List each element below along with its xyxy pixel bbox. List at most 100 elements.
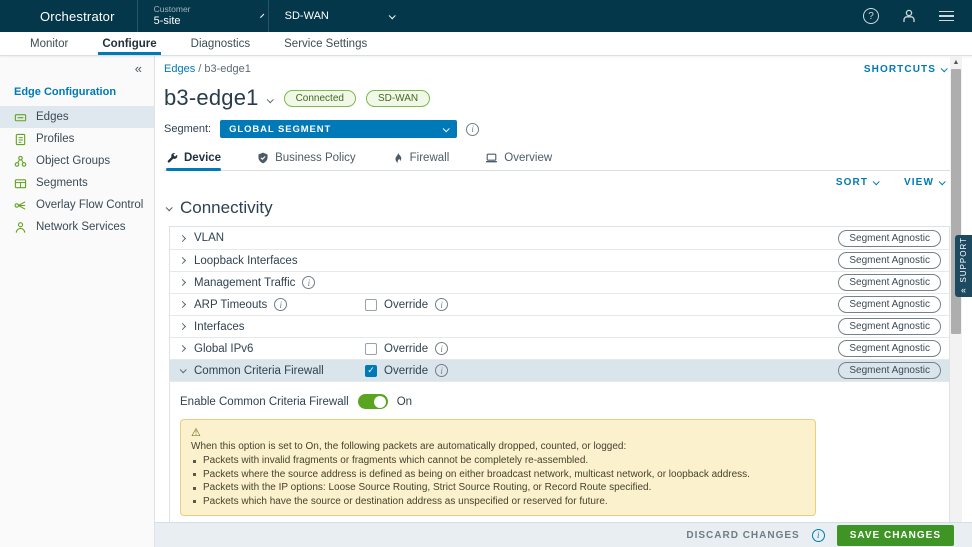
warning-intro: When this option is set to On, the follo… (191, 441, 805, 452)
config-row-global-ipv6[interactable]: Global IPv6 Override i Segment Agnostic (170, 337, 949, 359)
nav-tab-monitor[interactable]: Monitor (30, 32, 68, 55)
tab-label: Overview (504, 152, 552, 164)
info-icon[interactable]: i (435, 298, 448, 311)
tab-label: Business Policy (275, 152, 356, 164)
chevron-down-icon (166, 204, 173, 211)
tab-overview[interactable]: Overview (485, 152, 552, 170)
tab-label: Firewall (410, 152, 450, 164)
sidebar-section-title: Edge Configuration (0, 56, 154, 106)
status-badge-connected: Connected (284, 90, 356, 107)
top-nav: Monitor Configure Diagnostics Service Se… (0, 32, 972, 56)
sidebar-item-profiles[interactable]: Profiles (0, 128, 154, 150)
warning-item: Packets with invalid fragments or fragme… (191, 455, 805, 466)
config-row-common-criteria-firewall[interactable]: Common Criteria Firewall ✓ Override i Se… (170, 359, 949, 381)
collapse-left-icon[interactable]: « (135, 61, 142, 76)
segments-icon (14, 177, 27, 190)
info-icon[interactable]: i (274, 298, 287, 311)
title-chevron-icon[interactable] (266, 96, 273, 103)
nav-tab-diagnostics[interactable]: Diagnostics (191, 32, 250, 55)
menu-icon[interactable] (939, 11, 954, 22)
row-label: VLAN (194, 232, 224, 244)
orchestrator-window: Orchestrator Customer 5-site SD-WAN ? Mo… (0, 0, 972, 547)
status-badge-sdwan: SD-WAN (366, 90, 430, 107)
config-row-loopback-interfaces[interactable]: Loopback Interfaces Segment Agnostic (170, 249, 949, 271)
support-tab[interactable]: SUPPORT « (955, 235, 972, 297)
sidebar-item-label: Profiles (36, 133, 74, 145)
customer-label: Customer (154, 5, 191, 15)
row-label: Loopback Interfaces (194, 255, 298, 267)
sidebar-item-segments[interactable]: Segments (0, 172, 154, 194)
sidebar: « Edge Configuration Edges Profiles (0, 56, 155, 547)
sidebar-item-object-groups[interactable]: Object Groups (0, 150, 154, 172)
view-label: VIEW (904, 177, 934, 188)
chevron-down-icon (939, 178, 946, 185)
config-row-management-traffic[interactable]: Management Traffic i Segment Agnostic (170, 271, 949, 293)
overlay-flow-icon (14, 199, 27, 212)
row-label: Interfaces (194, 321, 245, 333)
customer-value: 5-site (154, 15, 191, 28)
scroll-up-arrow-icon[interactable]: ▲ (950, 56, 962, 68)
config-row-arp-timeouts[interactable]: ARP Timeouts i Override i Segment Agnost… (170, 293, 949, 315)
common-criteria-firewall-panel: Enable Common Criteria Firewall On ⚠ Whe… (170, 381, 949, 528)
chevron-down-icon (941, 65, 948, 72)
chevron-down-icon (873, 178, 880, 185)
sidebar-item-network-services[interactable]: Network Services (0, 216, 154, 238)
info-icon[interactable]: i (302, 276, 315, 289)
section-header-connectivity[interactable]: Connectivity (166, 198, 950, 218)
wrench-icon (166, 152, 178, 164)
profile-icon (14, 133, 27, 146)
app-header: Orchestrator Customer 5-site SD-WAN ? (0, 0, 972, 32)
enable-ccf-toggle[interactable] (358, 394, 388, 409)
override-label: Override (384, 343, 428, 355)
segment-select[interactable]: GLOBAL SEGMENT (220, 120, 457, 138)
warning-list: Packets with invalid fragments or fragme… (191, 455, 805, 507)
user-icon[interactable] (901, 8, 917, 24)
breadcrumb-edges-link[interactable]: Edges (164, 63, 195, 75)
service-dropdown[interactable]: SD-WAN (269, 10, 410, 22)
info-icon[interactable]: i (812, 529, 825, 542)
warning-item: Packets where the source address is defi… (191, 469, 805, 480)
segment-agnostic-badge: Segment Agnostic (838, 362, 941, 379)
customer-dropdown[interactable]: Customer 5-site (138, 5, 268, 27)
chevron-right-icon (179, 234, 186, 241)
enable-ccf-label: Enable Common Criteria Firewall (180, 396, 349, 408)
info-icon[interactable]: i (435, 364, 448, 377)
chevron-right-icon (179, 279, 186, 286)
save-changes-button[interactable]: SAVE CHANGES (837, 525, 954, 546)
shield-icon (257, 152, 269, 164)
connectivity-box: VLAN Segment Agnostic Loopback Interface… (169, 226, 950, 529)
section-title: Connectivity (180, 198, 273, 218)
sidebar-item-overlay-flow-control[interactable]: Overlay Flow Control (0, 194, 154, 216)
row-label: Common Criteria Firewall (194, 365, 324, 377)
nav-tab-configure[interactable]: Configure (102, 32, 156, 55)
network-services-icon (14, 221, 27, 234)
shortcuts-dropdown[interactable]: SHORTCUTS (864, 64, 946, 75)
row-label: Management Traffic (194, 277, 295, 289)
info-icon[interactable]: i (466, 123, 479, 136)
tab-device[interactable]: Device (166, 152, 221, 170)
tab-business-policy[interactable]: Business Policy (257, 152, 356, 170)
sidebar-item-label: Network Services (36, 221, 125, 233)
chevron-down-icon (443, 125, 450, 132)
config-row-interfaces[interactable]: Interfaces Segment Agnostic (170, 315, 949, 337)
override-checkbox[interactable] (365, 343, 377, 355)
support-label: SUPPORT (959, 237, 968, 283)
segment-agnostic-badge: Segment Agnostic (838, 340, 941, 357)
chevron-down-icon (180, 366, 187, 373)
flame-icon (392, 152, 404, 164)
sidebar-item-edges[interactable]: Edges (0, 106, 154, 128)
config-row-vlan[interactable]: VLAN Segment Agnostic (170, 227, 949, 249)
expand-left-icon: « (961, 285, 966, 295)
override-checkbox[interactable] (365, 299, 377, 311)
tab-firewall[interactable]: Firewall (392, 152, 450, 170)
discard-changes-button[interactable]: DISCARD CHANGES (686, 530, 799, 541)
sort-dropdown[interactable]: SORT (836, 177, 878, 188)
breadcrumb: Edges / b3-edge1 (164, 63, 251, 75)
product-title: Orchestrator (40, 9, 115, 24)
info-icon[interactable]: i (435, 342, 448, 355)
nav-tab-service-settings[interactable]: Service Settings (284, 32, 367, 55)
view-dropdown[interactable]: VIEW (904, 177, 944, 188)
override-checkbox-checked[interactable]: ✓ (365, 365, 377, 377)
help-icon[interactable]: ? (863, 8, 879, 24)
segment-agnostic-badge: Segment Agnostic (838, 274, 941, 291)
